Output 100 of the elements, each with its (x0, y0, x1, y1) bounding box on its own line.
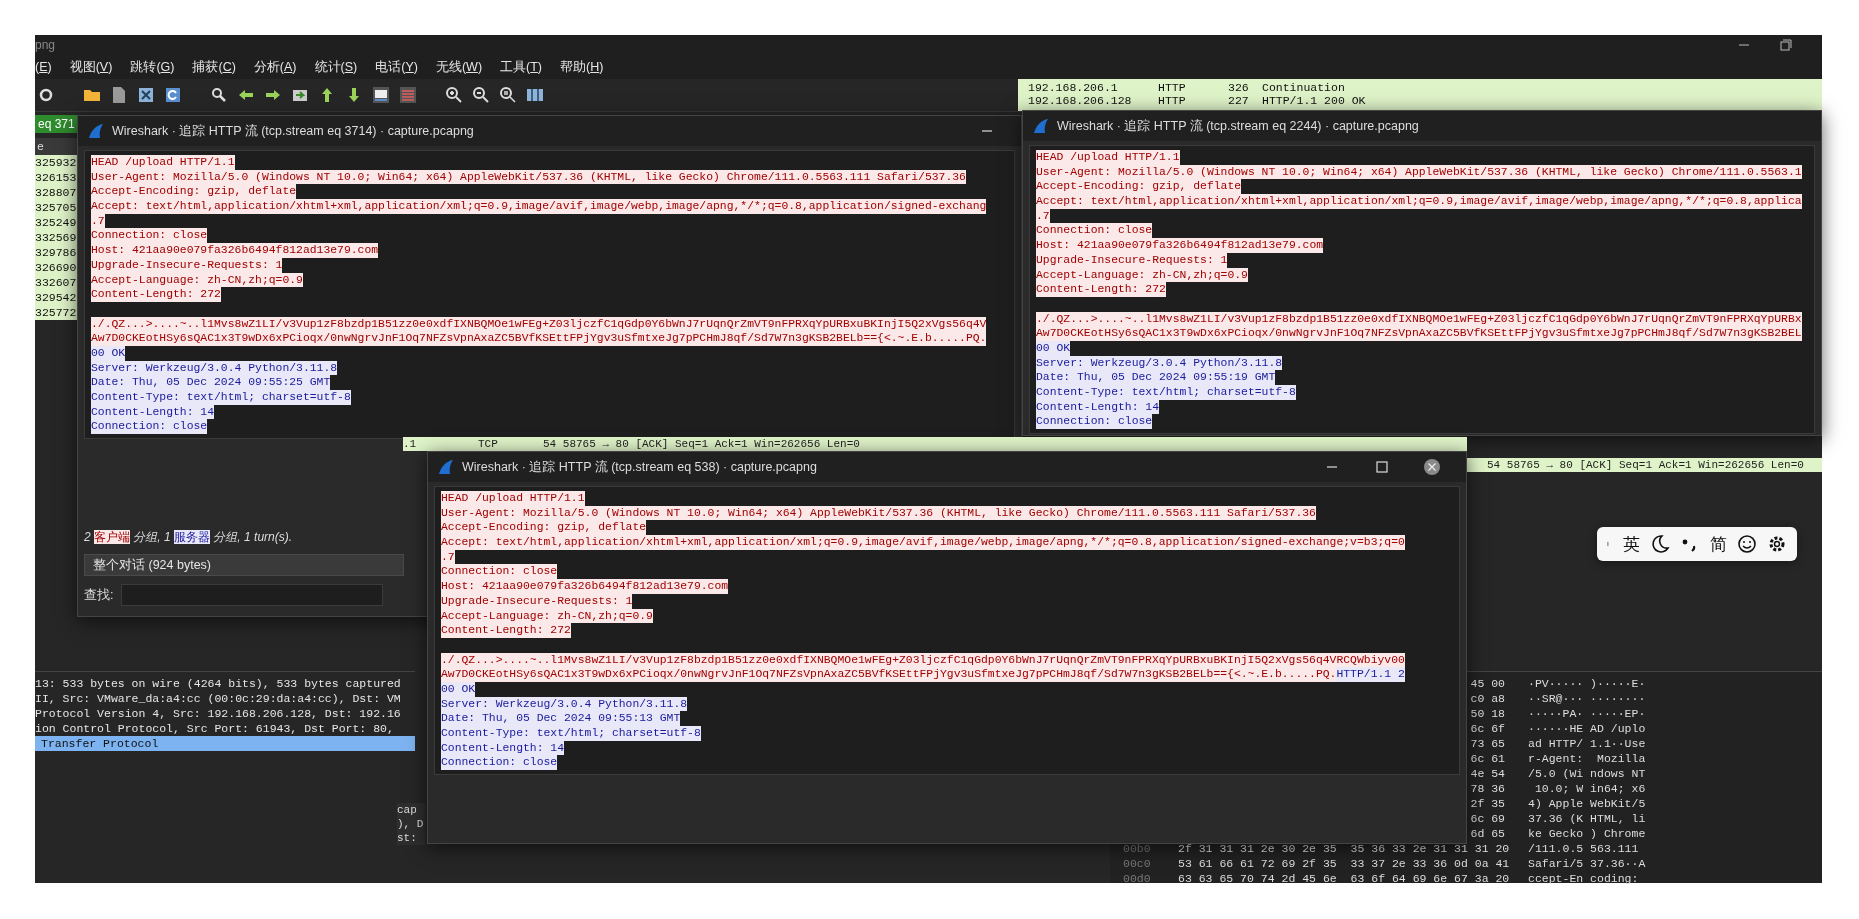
ascii-text: /5.0 (Wi ndows NT (1528, 766, 1646, 781)
autoscroll-icon[interactable] (372, 86, 390, 104)
menu-item[interactable]: 帮助(H) (560, 56, 604, 78)
hex-bytes: 45 00 (1469, 676, 1505, 691)
packet-number-cell[interactable]: 325772 (35, 305, 77, 320)
packet-number-cell[interactable]: 325932 (35, 155, 77, 170)
packet-number-cell[interactable]: 325705 (35, 200, 77, 215)
fin-icon (1033, 118, 1049, 134)
menu-item[interactable]: 电话(Y) (375, 56, 418, 78)
reload-icon[interactable] (164, 86, 182, 104)
close-file-icon[interactable] (137, 86, 155, 104)
zoom-reset-icon[interactable] (499, 86, 517, 104)
colorize-icon[interactable] (399, 86, 417, 104)
offset-cell-text: 00b0 (1122, 841, 1152, 856)
hex-bytes: 6d 65 (1469, 826, 1505, 841)
menu-item[interactable]: 无线(W) (435, 56, 483, 78)
window-title: Wireshark · 追踪 HTTP 流 (tcp.stream eq 538) · capture.pcapng (462, 458, 818, 476)
hex-bytes: 78 36 (1469, 781, 1505, 796)
ime-mode-toggle[interactable]: 英 (1623, 532, 1640, 556)
packet-number-cell[interactable]: 329542 (35, 290, 77, 305)
request-text: ./.QZ...>....~..l1Mvs8wZ1LI/v3Vup1zF8bzdp1B51zz0e0xdfIXNBQMOe1wFEg+Z03ljczfC1qGdp0Y6bWnJ7rUqnQrZmVT9nFPRXqYpURBxuBKInjI5Q2xVgs56q4V (91, 316, 987, 332)
packet-row[interactable]: .1 TCP 54 58765 → 80 [ACK] Seq=1 Ack=1 Win=262656 Len=0 (403, 437, 1467, 451)
gear-icon[interactable] (37, 86, 55, 104)
maximize-icon[interactable] (1374, 459, 1390, 475)
protocol-cell-text: HTTP (1158, 81, 1187, 94)
ascii-text: ke Gecko ) Chrome (1528, 826, 1646, 841)
offset-cell-text: 00c0 (1122, 856, 1152, 871)
response-text: Connection: close (441, 755, 558, 771)
detail-row[interactable]: Protocol Version 4, Src: 192.168.206.128, Dst: 192.16 (35, 706, 415, 721)
search-icon[interactable] (210, 86, 228, 104)
response-text: Server: Werkzeug/3.0.4 Python/3.11.8 (441, 696, 688, 712)
packet-number-cell[interactable]: 326690 (35, 260, 77, 275)
find-label: 查找: (84, 586, 114, 604)
menu-item[interactable]: 分析(A) (253, 56, 297, 78)
request-text: User-Agent: Mozilla/5.0 (Windows NT 10.0; Win64; x64) AppleWebKit/537.36 (KHTML, like Gecko) Chrome/111.0.5563.1 (1036, 164, 1802, 180)
request-text: HEAD /upload HTTP/1.1 (91, 155, 235, 170)
display-filter-field[interactable]: eq 371 (35, 115, 77, 133)
response-text: HTTP/1.1 2 (1336, 667, 1405, 682)
menu-item[interactable]: 工具(T) (500, 56, 543, 78)
packet-number-cell[interactable]: 325249 (35, 215, 77, 230)
settings-icon[interactable] (1767, 534, 1787, 554)
protocol-cell-text: HTTP (1158, 94, 1187, 107)
hex-bytes: 73 65 (1469, 736, 1505, 751)
request-text: Accept: text/html,application/xhtml+xml,application/xml;q=0.9,image/avif,image/webp,image/apng,*/*;q=0.8,application/signed-exchang (91, 199, 987, 214)
packet-number-cell[interactable]: 328807 (35, 185, 77, 200)
request-text: Connection: close (1036, 223, 1153, 239)
detail-fragment: st: (397, 831, 418, 845)
detail-fragment: cap (397, 803, 418, 817)
hex-bytes: 6c 69 (1469, 811, 1505, 826)
detail-row[interactable]: Transfer Protocol (35, 736, 415, 751)
request-text: ./.QZ...>....~..l1Mvs8wZ1LI/v3Vup1zF8bzdp1B51zz0e0xdfIXNBQMOe1wFEg+Z03ljczfC1qGdp0Y6bWnJ7rUqnQrZmVT9nFPRXqYpURBx (1036, 311, 1802, 327)
ascii-text: 10.0; W in64; x6 (1533, 781, 1646, 796)
find-field[interactable] (121, 584, 384, 606)
close-icon[interactable] (1424, 459, 1440, 475)
menu-item[interactable]: 视图(V) (69, 56, 113, 78)
moon-icon[interactable] (1650, 534, 1670, 554)
file-icon[interactable] (110, 86, 128, 104)
packet-number-cell[interactable]: 329786 (35, 245, 77, 260)
detail-row[interactable]: 13: 533 bytes on wire (4264 bits), 533 bytes captured (35, 676, 415, 691)
zoom-out-icon[interactable] (472, 86, 490, 104)
smiley-icon[interactable] (1737, 534, 1757, 554)
response-text: Server: Werkzeug/3.0.4 Python/3.11.8 (91, 360, 338, 376)
response-text: Date: Thu, 05 Dec 2024 09:55:19 GMT (1036, 370, 1276, 385)
detail-fragment: ), D (397, 817, 425, 831)
request-text: Connection: close (91, 228, 208, 244)
zoom-in-icon[interactable] (445, 86, 463, 104)
request-text: Content-Length: 272 (91, 287, 221, 302)
info-cell: HTTP/1.1 200 OK (1262, 94, 1366, 107)
ascii-text: Safari/5 37.36··A (1528, 856, 1646, 871)
menu-item[interactable]: 跳转(G) (130, 56, 175, 78)
request-text: Content-Length: 272 (1036, 282, 1166, 297)
window-title: Wireshark · 追踪 HTTP 流 (tcp.stream eq 3714) · capture.pcapng (112, 122, 475, 140)
menu-item[interactable]: (E) (35, 58, 52, 76)
ascii-text: ··SR@··· ········ (1528, 691, 1646, 706)
request-text: Accept-Encoding: gzip, deflate (1036, 179, 1242, 195)
column-header[interactable]: e (35, 138, 77, 155)
packet-row[interactable]: 54 58765 → 80 [ACK] Seq=1 Ack=1 Win=262656 Len=0 (1467, 458, 1822, 472)
packet-number-cell[interactable]: 332607 (35, 275, 77, 290)
menu-item[interactable]: 统计(S) (314, 56, 358, 78)
response-text: Content-Type: text/html; charset=utf-8 (91, 390, 351, 405)
resize-columns-icon[interactable] (526, 86, 544, 104)
request-text: Accept: text/html,application/xhtml+xml,application/xml;q=0.9,image/avif,image/webp,image/apng,*/*;q=0.8,application/signed-exchange;v=b3;q=0 (441, 535, 1405, 550)
request-text: Host: 421aa90e079fa326b6494f812ad13e79.com (441, 579, 729, 594)
packet-number-cell[interactable]: 332569 (35, 230, 77, 245)
fin-icon (438, 459, 454, 475)
source-cell-text: 192.168.206.1 (1028, 81, 1119, 94)
response-text: Date: Thu, 05 Dec 2024 09:55:13 GMT (441, 711, 681, 726)
ime-mode-toggle[interactable]: 简 (1710, 532, 1727, 556)
restore-icon[interactable] (1780, 39, 1792, 51)
hex-bytes: 6c 61 (1469, 751, 1505, 766)
response-text: Connection: close (1036, 414, 1153, 430)
length-cell-text: 326 (1228, 81, 1250, 94)
menu-item[interactable]: 捕获(C) (192, 56, 236, 78)
ascii-text: 4) Apple WebKit/5 (1528, 796, 1646, 811)
packet-number-cell[interactable]: 326153 (35, 170, 77, 185)
detail-row[interactable]: ion Control Protocol, Src Port: 61943, Dst Port: 80, (35, 721, 415, 736)
ascii-text: ad HTTP/ 1.1··Use (1528, 736, 1646, 751)
ascii-text: ·····PA· ·····EP· (1528, 706, 1646, 721)
detail-row[interactable]: II, Src: VMware_da:a4:cc (00:0c:29:da:a4:cc), Dst: VM (35, 691, 415, 706)
conversation-dropdown[interactable]: 整个对话 (924 bytes) (84, 554, 404, 576)
